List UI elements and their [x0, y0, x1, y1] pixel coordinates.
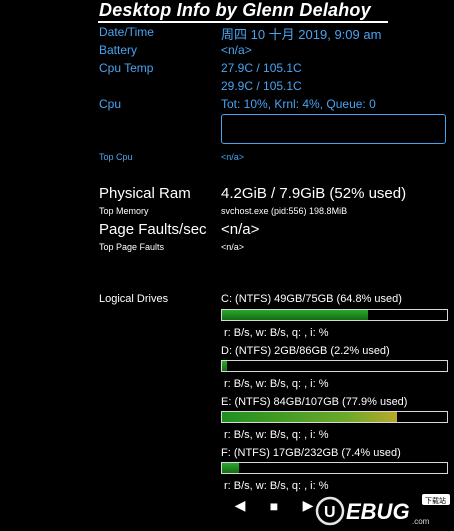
- drive-e-usage-bar: [221, 411, 448, 423]
- drive-e-io: r: B/s, w: B/s, q: , i: %: [224, 429, 329, 441]
- desktop-info-window: Desktop Info by Glenn Delahoy Date/Time …: [0, 0, 454, 531]
- logical-drives-label: Logical Drives: [99, 293, 169, 305]
- cputemp-value-2: 29.9C / 105.1C: [221, 79, 302, 93]
- cpu-value: Tot: 10%, Krnl: 4%, Queue: 0: [221, 97, 376, 111]
- cpu-graph-box: [221, 114, 446, 144]
- drive-d-usage-fill: [222, 361, 227, 371]
- battery-label: Battery: [99, 43, 138, 57]
- drive-c-label: C: (NTFS) 49GB/75GB (64.8% used): [221, 293, 402, 305]
- topmem-label: Top Memory: [99, 206, 149, 216]
- svg-text:U: U: [324, 504, 336, 521]
- toppagefaults-value: <n/a>: [221, 242, 245, 252]
- drive-f-usage-bar: [221, 462, 448, 474]
- drive-d-usage-bar: [221, 360, 448, 372]
- topcpu-label: Top Cpu: [99, 152, 133, 162]
- topmem-value: svchost.exe (pid:556) 198.8MiB: [221, 206, 348, 216]
- svg-text:EBUG: EBUG: [346, 499, 410, 524]
- drive-f-usage-fill: [222, 463, 239, 473]
- physram-value: 4.2GiB / 7.9GiB (52% used): [221, 185, 407, 202]
- pagefaults-value: <n/a>: [221, 221, 260, 238]
- physram-label: Physical Ram: [99, 185, 191, 202]
- datetime-label: Date/Time: [99, 25, 154, 39]
- drive-c-io: r: B/s, w: B/s, q: , i: %: [224, 327, 329, 339]
- previous-icon[interactable]: ◀: [232, 497, 248, 514]
- cpu-label: Cpu: [99, 97, 122, 111]
- pagefaults-label: Page Faults/sec: [99, 221, 207, 238]
- topcpu-value: <n/a>: [221, 152, 245, 162]
- title-underline: [98, 21, 388, 23]
- uebug-watermark-logo: U EBUG .com 下载站: [315, 494, 450, 526]
- drive-d-label: D: (NTFS) 2GB/86GB (2.2% used): [221, 345, 390, 357]
- cputemp-value-1: 27.9C / 105.1C: [221, 61, 302, 75]
- media-controls: ◀ ■ ▶: [232, 497, 316, 514]
- datetime-value: 周四 10 十月 2019, 9:09 am: [221, 27, 382, 42]
- stop-icon[interactable]: ■: [266, 498, 282, 514]
- toppagefaults-label: Top Page Faults: [99, 242, 165, 252]
- drive-e-usage-fill: [222, 412, 398, 422]
- drive-c-usage-fill: [222, 310, 368, 320]
- svg-text:下载站: 下载站: [425, 496, 446, 505]
- drive-c-usage-bar: [221, 309, 448, 321]
- cputemp-label: Cpu Temp: [99, 61, 154, 75]
- drive-d-io: r: B/s, w: B/s, q: , i: %: [224, 378, 329, 390]
- app-title: Desktop Info by Glenn Delahoy: [99, 0, 371, 20]
- svg-text:.com: .com: [412, 517, 430, 526]
- battery-value: <n/a>: [221, 43, 252, 57]
- drive-e-label: E: (NTFS) 84GB/107GB (77.9% used): [221, 396, 408, 408]
- drive-f-label: F: (NTFS) 17GB/232GB (7.4% used): [221, 447, 401, 459]
